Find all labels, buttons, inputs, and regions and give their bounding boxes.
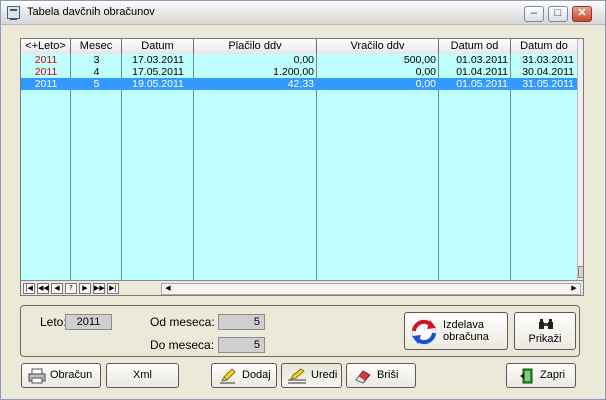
cell-mesec: 4 [93, 66, 100, 78]
printer-icon [28, 368, 46, 384]
table-row[interactable]: 2011 3 17.03.2011 0,00 500,00 01.03.2011… [21, 54, 577, 66]
zapri-button[interactable]: Zapri [506, 363, 576, 388]
tax-returns-grid[interactable]: <+Leto> Mesec Datum Plačilo ddv Vračilo … [20, 38, 584, 296]
refresh-icon [411, 319, 437, 345]
cell-placilo: 1.200,00 [273, 66, 314, 78]
od-meseca-label: Od meseca: [150, 315, 215, 329]
nav-prev-button[interactable]: ◀ [51, 283, 63, 294]
vertical-scrollbar-thumb[interactable] [578, 266, 583, 278]
cell-vracilo: 0,00 [415, 66, 436, 78]
cell-datum-od: 01.03.2011 [456, 54, 508, 66]
scroll-right-arrow-icon[interactable]: ▶ [569, 284, 579, 294]
eraser-icon [355, 370, 371, 384]
column-header-datum-do[interactable]: Datum do [511, 39, 577, 54]
cell-datum: 17.03.2011 [132, 54, 184, 66]
column-header-vracilo[interactable]: Vračilo ddv [317, 39, 439, 54]
do-meseca-label: Do meseca: [150, 338, 215, 352]
title-bar[interactable]: Tabela davčnih obračunov ‒ □ ✕ [1, 1, 605, 25]
izdelava-line2: obračuna [443, 331, 489, 343]
prikazi-label: Prikaži [528, 333, 562, 345]
do-meseca-field[interactable]: 5 [218, 337, 265, 353]
uredi-label: Uredi [311, 369, 338, 381]
nav-next-page-button[interactable]: ▶▶ [93, 283, 105, 294]
dodaj-button[interactable]: Dodaj [211, 363, 277, 388]
minimize-button[interactable]: ‒ [524, 6, 544, 22]
cell-datum: 17.05.2011 [132, 66, 184, 78]
filter-panel: Leto: 2011 Od meseca: 5 Do meseca: 5 Izd… [20, 305, 580, 357]
nav-last-button[interactable]: ▶| [107, 283, 119, 294]
prikazi-button[interactable]: Prikaži [514, 312, 576, 350]
maximize-button[interactable]: □ [548, 6, 568, 22]
cell-datum-od: 01.05.2011 [456, 78, 508, 90]
izdelava-line1: Izdelava [443, 319, 484, 331]
cell-leto: 2011 [34, 54, 58, 66]
dodaj-label: Dodaj [242, 369, 271, 381]
cell-leto: 2011 [34, 78, 58, 90]
column-header-datum[interactable]: Datum [122, 39, 194, 54]
obracun-label: Obračun [50, 369, 93, 381]
cell-leto: 2011 [34, 66, 58, 78]
column-header-leto[interactable]: <+Leto> [21, 39, 71, 54]
nav-search-button[interactable]: ? [65, 283, 77, 294]
nav-first-button[interactable]: |◀ [23, 283, 35, 294]
nav-prev-page-button[interactable]: ◀◀ [37, 283, 49, 294]
table-row[interactable]: 2011 4 17.05.2011 1.200,00 0,00 01.04.20… [21, 66, 577, 78]
cell-datum-do: 31.05.2011 [522, 78, 574, 90]
cell-datum-od: 01.04.2011 [456, 66, 508, 78]
nav-next-button[interactable]: ▶ [79, 283, 91, 294]
window-title: Tabela davčnih obračunov [27, 6, 155, 18]
exit-door-icon [520, 368, 533, 384]
xml-label: Xml [133, 369, 152, 381]
scroll-left-arrow-icon[interactable]: ◀ [163, 284, 173, 294]
column-header-placilo[interactable]: Plačilo ddv [194, 39, 317, 54]
leto-field[interactable]: 2011 [65, 314, 112, 330]
main-window: Tabela davčnih obračunov ‒ □ ✕ <+Leto> M… [0, 0, 606, 400]
edit-pencil-icon [288, 368, 306, 384]
brisi-button[interactable]: Briši [346, 363, 416, 388]
vertical-scrollbar[interactable] [577, 39, 583, 280]
cell-datum-do: 30.04.2011 [522, 66, 574, 78]
grid-navigator: |◀ ◀◀ ◀ ? ▶ ▶▶ ▶| ◀ ▶ [21, 280, 583, 295]
cell-vracilo: 0,00 [415, 78, 436, 90]
zapri-label: Zapri [540, 369, 566, 381]
grid-body: <+Leto> Mesec Datum Plačilo ddv Vračilo … [21, 39, 577, 280]
app-icon [7, 6, 20, 20]
od-meseca-field[interactable]: 5 [218, 314, 265, 330]
cell-datum: 19.05.2011 [132, 78, 184, 90]
leto-label: Leto: [40, 315, 67, 329]
grid-header: <+Leto> Mesec Datum Plačilo ddv Vračilo … [21, 39, 577, 54]
cell-placilo: 0,00 [293, 54, 314, 66]
table-row-selected[interactable]: 2011 5 19.05.2011 42,33 0,00 01.05.2011 … [21, 78, 577, 90]
cell-vracilo: 500,00 [403, 54, 436, 66]
izdelava-obracuna-label: Izdelava obračuna [443, 319, 489, 343]
pencil-icon [220, 368, 236, 384]
uredi-button[interactable]: Uredi [281, 363, 342, 388]
cell-mesec: 5 [93, 78, 100, 90]
binoculars-icon [539, 319, 553, 329]
column-header-datum-od[interactable]: Datum od [439, 39, 511, 54]
brisi-label: Briši [377, 369, 399, 381]
izdelava-obracuna-button[interactable]: Izdelava obračuna [404, 312, 508, 350]
cell-mesec: 3 [93, 54, 100, 66]
xml-button[interactable]: Xml [106, 363, 179, 388]
cell-placilo: 42,33 [287, 78, 314, 90]
horizontal-scrollbar[interactable]: ◀ ▶ [161, 283, 581, 295]
close-button[interactable]: ✕ [572, 6, 592, 22]
cell-datum-do: 31.03.2011 [522, 54, 574, 66]
column-header-mesec[interactable]: Mesec [71, 39, 122, 54]
obracun-button[interactable]: Obračun [21, 363, 101, 388]
